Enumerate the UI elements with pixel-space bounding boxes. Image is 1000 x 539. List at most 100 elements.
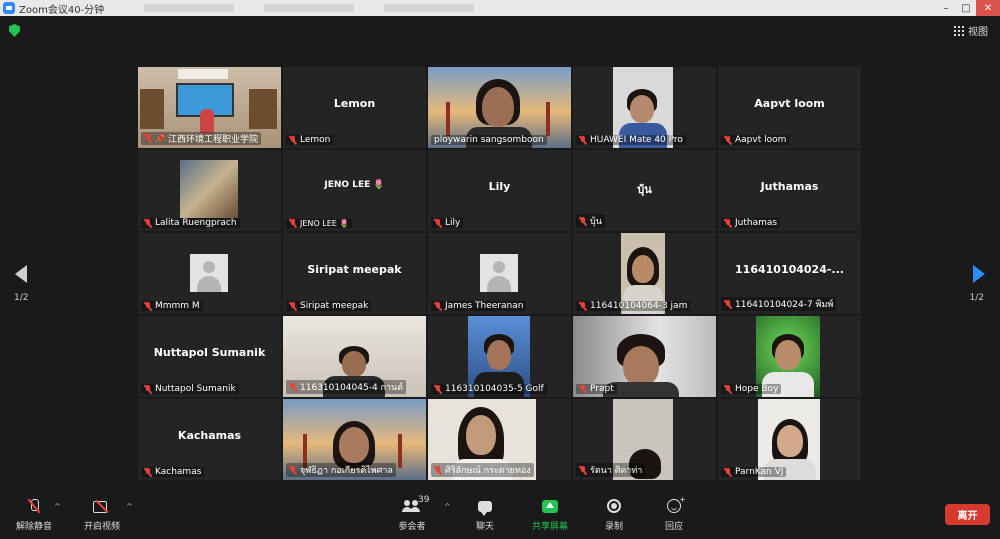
- participant-tile[interactable]: Juthamas Juthamas: [718, 150, 861, 231]
- audio-options-caret-icon[interactable]: ^: [54, 502, 61, 511]
- share-screen-label: 共享屏幕: [532, 522, 569, 532]
- participant-name: Siripat meepak: [300, 301, 369, 311]
- mic-muted-icon: [289, 219, 297, 228]
- reactions-button[interactable]: + 回应: [665, 495, 686, 532]
- mic-muted-icon: [434, 384, 442, 394]
- participant-display-name: Lemon: [333, 97, 376, 110]
- participant-name: 116410104024-7 พิมพ์: [735, 300, 834, 310]
- participant-tile[interactable]: จุฬธิฏา กอเกียรติไพศาล: [283, 399, 426, 480]
- previous-page-arrow-icon[interactable]: [12, 262, 32, 286]
- mic-muted-icon: [144, 218, 152, 228]
- participant-tile[interactable]: รัตนา ศิดาท่า: [573, 399, 716, 480]
- video-options-caret-icon[interactable]: ^: [126, 502, 133, 511]
- grid-view-icon: [954, 25, 964, 36]
- title-bar: Zoom会议40-分钟 – □ ✕: [0, 0, 1000, 16]
- unmute-label: 解除静音: [16, 522, 53, 532]
- participant-name: บุ้น: [590, 217, 602, 227]
- participant-tile[interactable]: JENO LEE 🌷 JENO LEE 🌷: [283, 150, 426, 231]
- minimize-button[interactable]: –: [936, 0, 956, 16]
- participant-tile[interactable]: ศิริลักษณ์ กระตายทอง: [428, 399, 571, 480]
- participant-tile[interactable]: Prapt: [573, 316, 716, 397]
- pin-icon: 📌: [155, 134, 165, 143]
- start-video-label: 开启视频: [84, 522, 121, 532]
- participant-name: ParnKan VJ: [735, 467, 784, 477]
- participant-name: Lily: [445, 218, 461, 228]
- view-button[interactable]: 视图: [954, 23, 988, 38]
- window-title: Zoom会议40-分钟: [19, 4, 105, 16]
- mic-muted-icon: [579, 384, 587, 394]
- participant-name: รัตนา ศิดาท่า: [590, 466, 643, 476]
- mic-muted-icon: [724, 135, 732, 145]
- participant-name: Nuttapol Sumanik: [155, 384, 236, 394]
- default-avatar-icon: [190, 254, 228, 292]
- participant-display-name: Nuttapol Sumanik: [153, 346, 266, 359]
- participant-tile[interactable]: Mmmm M: [138, 233, 281, 314]
- participant-name: James Theeranan: [445, 301, 524, 311]
- participants-count: 39: [418, 495, 430, 505]
- mic-muted-icon: [724, 467, 732, 477]
- maximize-button[interactable]: □: [956, 0, 976, 16]
- participant-tile[interactable]: ParnKan VJ: [718, 399, 861, 480]
- active-speaker-tile[interactable]: ploywarin sangsomboon: [428, 67, 571, 148]
- page-indicator-right: 1/2: [969, 293, 984, 303]
- participant-tile[interactable]: บุ้น บุ้น: [573, 150, 716, 231]
- share-screen-button[interactable]: 共享屏幕: [532, 498, 568, 532]
- participant-tile[interactable]: Lily Lily: [428, 150, 571, 231]
- zoom-logo-icon: [3, 2, 15, 14]
- mic-muted-icon: [144, 384, 152, 394]
- participant-display-name: Juthamas: [760, 180, 819, 193]
- start-video-button[interactable]: 开启视频: [84, 498, 120, 532]
- mic-muted-icon: [434, 301, 442, 311]
- participant-tile[interactable]: Kachamas Kachamas: [138, 399, 281, 480]
- participant-display-name: 116410104024-...: [735, 263, 844, 276]
- mic-muted-icon: [289, 135, 297, 145]
- participant-tile[interactable]: Aapvt loom Aapvt loom: [718, 67, 861, 148]
- mic-muted-icon: [724, 384, 732, 394]
- participants-options-caret-icon[interactable]: ^: [444, 502, 451, 511]
- participants-button[interactable]: 39 参会者: [395, 495, 430, 532]
- participant-tile[interactable]: 116410104064-3 jam: [573, 233, 716, 314]
- chat-button[interactable]: 聊天: [476, 498, 494, 532]
- participant-name: Aapvt loom: [735, 135, 787, 145]
- reaction-smiley-icon: +: [667, 495, 686, 513]
- participant-tile[interactable]: Lemon Lemon: [283, 67, 426, 148]
- reactions-label: 回应: [665, 522, 684, 532]
- mic-muted-icon: [579, 216, 587, 226]
- microphone-muted-icon: [29, 499, 39, 513]
- participant-display-name: Lily: [488, 180, 511, 193]
- participant-tile[interactable]: Hope Boy: [718, 316, 861, 397]
- participant-tile[interactable]: 116410104024-... 116410104024-7 พิมพ์: [718, 233, 861, 314]
- participant-name: 116310104035-5 Golf: [445, 384, 544, 394]
- zoom-meeting-window: Zoom会议40-分钟 – □ ✕ 视图 📌 江西环境工程职业学院 Lemon L…: [0, 0, 1000, 539]
- mic-muted-icon: [724, 218, 732, 228]
- participant-tile[interactable]: 116310104045-4 กานต์: [283, 316, 426, 397]
- participant-tile[interactable]: Lalita Ruengprach: [138, 150, 281, 231]
- participant-name: Juthamas: [735, 218, 778, 228]
- next-page-arrow-icon[interactable]: [968, 262, 988, 286]
- view-label: 视图: [968, 27, 988, 38]
- mic-muted-icon: [289, 382, 297, 392]
- participant-name: จุฬธิฏา กอเกียรติไพศาล: [300, 466, 393, 476]
- unmute-button[interactable]: 解除静音: [16, 498, 52, 532]
- mic-muted-icon: [289, 465, 297, 475]
- share-screen-icon: [542, 499, 558, 513]
- participant-name: Hope Boy: [735, 384, 779, 394]
- participant-name: HUAWEI Mate 40 Pro: [590, 135, 683, 145]
- close-button[interactable]: ✕: [976, 0, 1000, 16]
- mic-muted-icon: [579, 465, 587, 475]
- participant-tile[interactable]: 116310104035-5 Golf: [428, 316, 571, 397]
- participant-display-name: JENO LEE 🌷: [324, 180, 385, 190]
- participant-name: Prapt: [590, 384, 614, 394]
- mic-muted-icon: [579, 301, 587, 311]
- camera-off-icon: [93, 500, 111, 513]
- security-shield-icon[interactable]: [9, 24, 20, 37]
- record-button[interactable]: 录制: [605, 498, 623, 532]
- participant-tile[interactable]: Siripat meepak Siripat meepak: [283, 233, 426, 314]
- participant-tile[interactable]: 📌 江西环境工程职业学院: [138, 67, 281, 148]
- participant-video: [180, 160, 238, 218]
- leave-meeting-button[interactable]: 离开: [945, 504, 990, 525]
- participant-tile[interactable]: HUAWEI Mate 40 Pro: [573, 67, 716, 148]
- participant-tile[interactable]: Nuttapol Sumanik Nuttapol Sumanik: [138, 316, 281, 397]
- participant-tile[interactable]: James Theeranan: [428, 233, 571, 314]
- participant-name: 116410104064-3 jam: [590, 301, 688, 311]
